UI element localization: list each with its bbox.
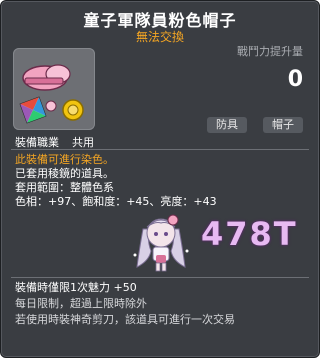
color-values-line: 色相：+97、飽和度：+45、亮度：+43 <box>15 195 217 208</box>
combat-power-label: 戰鬥力提升量 <box>237 45 303 58</box>
tag-hat: 帽子 <box>263 117 303 133</box>
charm-line: 裝備時僅限1次魅力 +50 <box>15 281 137 294</box>
bottom-info: 裝備時僅限1次魅力 +50 每日限制，超過上限時除外 若使用時裝神奇剪刀，該道具… <box>15 280 235 328</box>
character-avatar <box>129 211 193 273</box>
prism-line: 已套用稜鏡的道具。 <box>15 167 114 180</box>
job-label: 裝備職業 <box>15 136 59 149</box>
job-value: 共用 <box>72 136 94 149</box>
scissors-line: 若使用時裝神奇剪刀，該道具可進行一次交易 <box>15 313 235 326</box>
divider <box>11 149 309 150</box>
dye-line: 此裝備可進行染色。 <box>15 153 114 166</box>
range-line: 套用範圍：整體色系 <box>15 181 114 194</box>
pink-hat-icon <box>19 64 84 124</box>
description-block: 此裝備可進行染色。 已套用稜鏡的道具。 套用範圍：整體色系 色相：+97、飽和度… <box>15 153 217 209</box>
item-tooltip: 童子軍隊員粉色帽子 無法交換 戰鬥力提升量 0 防具 帽子 裝備職業 共用 此裝… <box>0 0 320 358</box>
tag-armor: 防具 <box>207 117 247 133</box>
item-icon-frame <box>13 48 95 130</box>
overlay-text: 478T <box>201 215 298 253</box>
divider <box>11 277 309 278</box>
combat-power-value: 0 <box>287 67 303 92</box>
daily-limit-line: 每日限制，超過上限時除外 <box>15 297 147 310</box>
